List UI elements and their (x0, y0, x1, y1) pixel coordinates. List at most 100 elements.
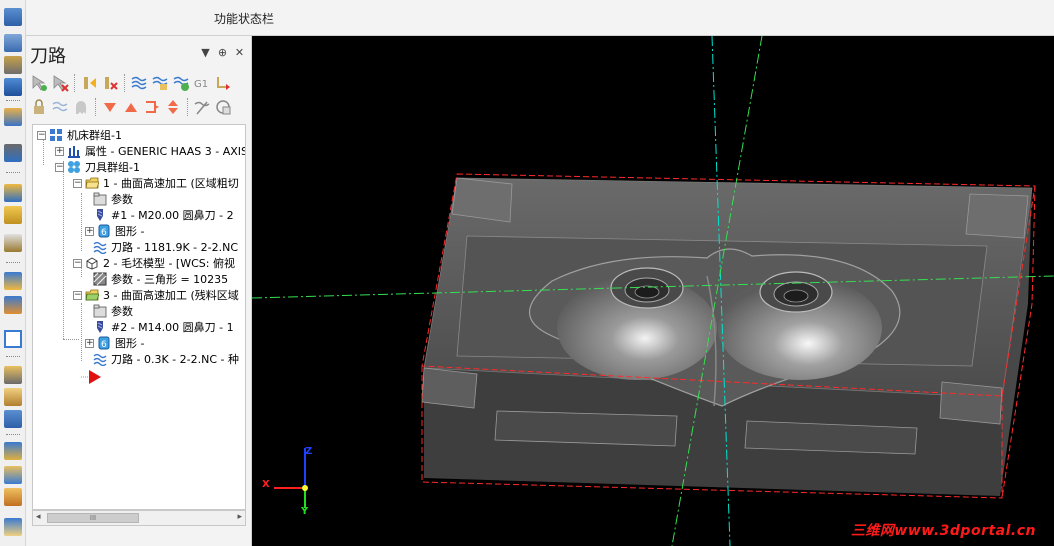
regenerate-dirty-icon[interactable] (101, 74, 119, 92)
deselect-icon[interactable] (51, 74, 69, 92)
backplot-icon[interactable] (130, 74, 148, 92)
tree-node-op3-toolpath[interactable]: 刀路 - 0.3K - 2-2.NC - 种 (93, 351, 239, 367)
panel-controls: ▼ ⊕ ✕ (200, 46, 245, 59)
tree-node-label: 3 - 曲面高速加工 (残料区域 (103, 289, 239, 302)
transform-icon[interactable] (4, 78, 22, 96)
move-down-icon[interactable] (101, 98, 119, 116)
import-icon[interactable] (4, 8, 22, 26)
tree-node-label: 图形 - (115, 225, 145, 238)
tree-node-op2-params[interactable]: 参数 - 三角形 = 10235 (93, 271, 228, 287)
collapse-icon[interactable]: − (73, 258, 82, 268)
pin-icon[interactable]: ⊕ (217, 46, 228, 59)
operations-tree: − 机床群组-1 + 属性 - GENERIC HAAS 3 - AXIS − … (32, 124, 246, 510)
expand-icon[interactable]: + (55, 146, 64, 156)
collapse-icon[interactable]: − (73, 290, 82, 300)
tree-node-op1-geometry[interactable]: + 6 图形 - (85, 223, 144, 239)
measure-icon[interactable] (4, 144, 22, 162)
insert-position-marker[interactable] (81, 369, 103, 385)
axis-y-label: Y (301, 506, 309, 517)
tree-node-label: 图形 - (115, 337, 145, 350)
solid-box-icon[interactable] (4, 108, 22, 126)
close-icon[interactable]: ✕ (234, 46, 245, 59)
endmill-icon (93, 208, 107, 222)
tree-horizontal-scrollbar[interactable]: ◂ III ▸ (32, 510, 246, 526)
move-up-icon[interactable] (122, 98, 140, 116)
insert-after-icon[interactable] (143, 98, 161, 116)
ghost-icon[interactable] (72, 98, 90, 116)
tree-node-label: 机床群组-1 (67, 129, 122, 142)
stock-params-icon (93, 272, 107, 286)
simulate-icon[interactable] (172, 74, 190, 92)
book-icon[interactable] (4, 518, 22, 536)
svg-text:G1: G1 (194, 79, 208, 90)
bounding-box-icon[interactable] (4, 330, 22, 348)
section-icon[interactable] (4, 488, 22, 506)
toolbar-separator (95, 98, 96, 116)
tree-node-op1-toolpath[interactable]: 刀路 - 1181.9K - 2-2.NC (93, 239, 238, 255)
machine-group-icon (49, 128, 63, 142)
stock-setup-icon[interactable] (4, 206, 22, 224)
scroll-thumb[interactable]: III (47, 513, 139, 523)
stock-model-icon (85, 256, 99, 270)
tree-node-label: 1 - 曲面高速加工 (区域粗切 (103, 177, 239, 190)
panel-menu-icon[interactable]: ▼ (200, 46, 211, 59)
tree-node-operation-2[interactable]: − 2 - 毛坯模型 - [WCS: 俯视 (73, 255, 235, 271)
collapse-icon[interactable]: − (37, 130, 46, 140)
tree-node-label: 刀具群组-1 (85, 161, 140, 174)
toolpath-icon (93, 352, 107, 367)
post-g1-icon[interactable]: G1 (193, 74, 211, 92)
tree-node-machine-group[interactable]: − 机床群组-1 (37, 127, 122, 143)
select-icon[interactable] (4, 442, 22, 460)
svg-text:6: 6 (101, 228, 107, 238)
tree-node-label: 参数 (111, 305, 133, 318)
lock-icon[interactable] (30, 98, 48, 116)
tree-node-operation-1[interactable]: − 1 - 曲面高速加工 (区域粗切 (73, 175, 239, 191)
tree-node-label: #2 - M14.00 圆鼻刀 - 1 (111, 321, 234, 334)
left-toolbar (0, 0, 26, 546)
select-all-icon[interactable] (30, 74, 48, 92)
display-options-icon[interactable] (193, 98, 211, 116)
panel-toolbar-row-2 (30, 96, 232, 118)
goto-icon[interactable] (214, 74, 232, 92)
tree-node-op1-tool[interactable]: #1 - M20.00 圆鼻刀 - 2 (93, 207, 234, 223)
toolpath-panel: 刀路 ▼ ⊕ ✕ G1 − 机床群组-1 + 属性 - GENERIC HAAS… (26, 36, 252, 546)
tree-node-op3-tool[interactable]: #2 - M14.00 圆鼻刀 - 1 (93, 319, 234, 335)
contour-icon[interactable] (4, 296, 22, 314)
toolbar-separator (6, 100, 20, 102)
expand-icon[interactable]: + (85, 338, 94, 348)
tree-node-label: 参数 - 三角形 = 10235 (111, 273, 229, 286)
scroll-right-icon[interactable]: ▸ (237, 512, 242, 522)
drill-icon[interactable] (4, 388, 22, 406)
toolbar-separator (74, 74, 75, 92)
tree-node-label: 刀路 - 1181.9K - 2-2.NC (111, 241, 238, 254)
expand-icon[interactable]: + (85, 226, 94, 236)
toolbar-separator (6, 172, 20, 174)
tree-node-label: 刀路 - 0.3K - 2-2.NC - 种 (111, 353, 239, 366)
layers-icon[interactable] (4, 34, 22, 52)
toggle-display-icon[interactable] (51, 98, 69, 116)
toolpath-icon[interactable] (4, 272, 22, 290)
graphics-viewport[interactable]: Z X Y 三维网www.3dportal.cn (252, 36, 1054, 546)
verify-icon[interactable] (151, 74, 169, 92)
move-updown-icon[interactable] (164, 98, 182, 116)
tree-node-properties[interactable]: + 属性 - GENERIC HAAS 3 - AXIS (55, 143, 245, 159)
collapse-icon[interactable]: − (73, 178, 82, 188)
tree-node-op1-params[interactable]: 参数 (93, 191, 133, 207)
toolbar-separator (187, 98, 188, 116)
tree-node-tool-group[interactable]: − 刀具群组-1 (55, 159, 140, 175)
tree-node-op3-geometry[interactable]: + 6 图形 - (85, 335, 144, 351)
grid-icon[interactable] (4, 410, 22, 428)
stock-icon[interactable] (4, 184, 22, 202)
tree-node-op3-params[interactable]: 参数 (93, 303, 133, 319)
collapse-icon[interactable]: − (55, 162, 64, 172)
surface-icon[interactable] (4, 466, 22, 484)
help-icon[interactable] (214, 98, 232, 116)
part-model-view (252, 36, 1054, 546)
tree-node-operation-3[interactable]: − 3 - 曲面高速加工 (残料区域 (73, 287, 239, 303)
pocket-icon[interactable] (4, 366, 22, 384)
scroll-left-icon[interactable]: ◂ (36, 512, 41, 522)
tree-node-label: 2 - 毛坯模型 - [WCS: 俯视 (103, 257, 235, 270)
probe-icon[interactable] (4, 56, 22, 74)
regenerate-icon[interactable] (80, 74, 98, 92)
tool-holder-icon[interactable] (4, 234, 22, 252)
